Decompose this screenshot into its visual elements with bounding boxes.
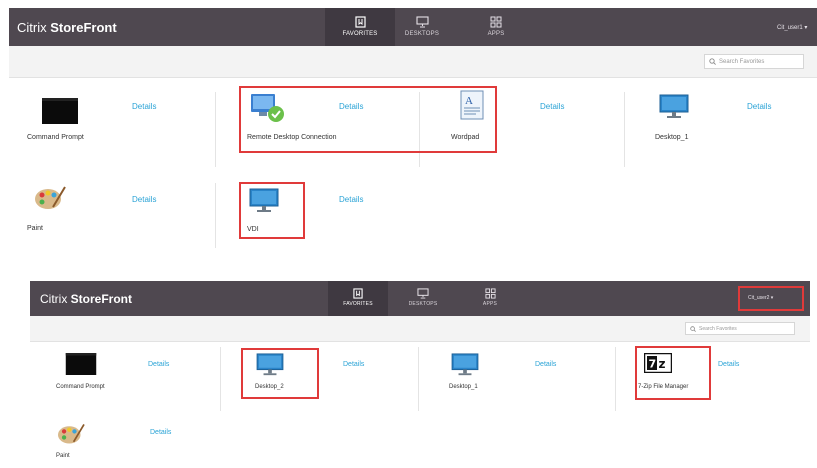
app-tile-command-prompt[interactable]: Command Prompt Details (38, 349, 208, 399)
column-divider (215, 183, 216, 248)
tab-label: FAVORITES (343, 301, 373, 307)
grid-icon (490, 16, 502, 28)
user-menu[interactable]: Cit_user1 ▾ (777, 24, 807, 31)
monitor-icon (417, 288, 429, 299)
app-tile-paint[interactable]: Paint Details (27, 183, 207, 238)
column-divider (215, 92, 216, 167)
tab-label: DESKTOPS (408, 301, 438, 307)
header-bar: Citrix StoreFront FAVORITES DESKTOPS APP… (9, 8, 817, 46)
details-link[interactable]: Details (150, 429, 171, 436)
search-bar-row: Search Favorites (9, 46, 817, 78)
tab-apps[interactable]: APPS (470, 281, 510, 316)
details-link[interactable]: Details (132, 195, 156, 204)
app-tile-command-prompt[interactable]: Command Prompt Details (27, 94, 207, 154)
search-placeholder: Search Favorites (719, 58, 765, 65)
details-link[interactable]: Details (343, 361, 364, 368)
brand-logo: Citrix StoreFront (40, 292, 133, 306)
highlight-box (239, 182, 305, 239)
app-name: Desktop_1 (655, 134, 689, 141)
details-link[interactable]: Details (540, 102, 564, 111)
search-icon (709, 58, 716, 65)
column-divider (615, 347, 616, 411)
app-name: Paint (56, 453, 70, 459)
app-tile-desktop-1[interactable]: Desktop_1 Details (435, 349, 605, 399)
details-link[interactable]: Details (148, 361, 169, 368)
details-link[interactable]: Details (132, 102, 156, 111)
app-name: Desktop_1 (449, 384, 478, 390)
column-divider (220, 347, 221, 411)
search-icon (690, 325, 696, 332)
bookmark-icon (353, 288, 363, 299)
tab-favorites[interactable]: FAVORITES (325, 8, 395, 46)
paint-palette-icon (58, 424, 85, 444)
command-prompt-icon (42, 98, 78, 124)
grid-icon (484, 288, 496, 299)
tab-desktops[interactable]: DESKTOPS (398, 281, 448, 316)
storefront-panel-2: Citrix StoreFront FAVORITES DESKTOPS APP… (30, 281, 810, 468)
details-link[interactable]: Details (718, 361, 739, 368)
brand-logo: Citrix StoreFront (17, 20, 117, 35)
bookmark-icon (354, 16, 366, 28)
search-placeholder: Search Favorites (699, 325, 737, 332)
tab-apps[interactable]: APPS (469, 8, 523, 46)
details-link[interactable]: Details (535, 361, 556, 368)
app-tile-paint[interactable]: Paint Details (38, 421, 208, 466)
column-divider (624, 92, 625, 167)
monitor-icon (659, 94, 689, 118)
highlight-box (241, 348, 319, 399)
details-link[interactable]: Details (747, 102, 771, 111)
tab-label: FAVORITES (342, 31, 378, 37)
app-name: Command Prompt (56, 384, 105, 390)
app-name: Paint (27, 225, 43, 232)
tab-label: DESKTOPS (404, 31, 440, 37)
tab-favorites[interactable]: FAVORITES (328, 281, 388, 316)
tab-label: APPS (487, 31, 505, 37)
monitor-icon (415, 16, 429, 28)
highlight-box (635, 346, 711, 400)
details-link[interactable]: Details (339, 195, 363, 204)
monitor-icon (451, 353, 479, 376)
app-name: Command Prompt (27, 134, 84, 141)
search-bar-row: Search Favorites (30, 316, 810, 342)
tab-desktops[interactable]: DESKTOPS (395, 8, 449, 46)
storefront-panel-1: Citrix StoreFront FAVORITES DESKTOPS APP… (9, 8, 817, 253)
command-prompt-icon (65, 353, 97, 375)
highlight-box (239, 86, 497, 153)
app-tile-desktop-1[interactable]: Desktop_1 Details (639, 94, 809, 154)
highlight-box (738, 286, 804, 311)
tab-label: APPS (482, 301, 498, 307)
paint-palette-icon (35, 186, 66, 209)
search-input[interactable]: Search Favorites (704, 54, 804, 69)
column-divider (418, 347, 419, 411)
header-bar: Citrix StoreFront FAVORITES DESKTOPS APP… (30, 281, 810, 316)
search-input[interactable]: Search Favorites (685, 322, 795, 335)
